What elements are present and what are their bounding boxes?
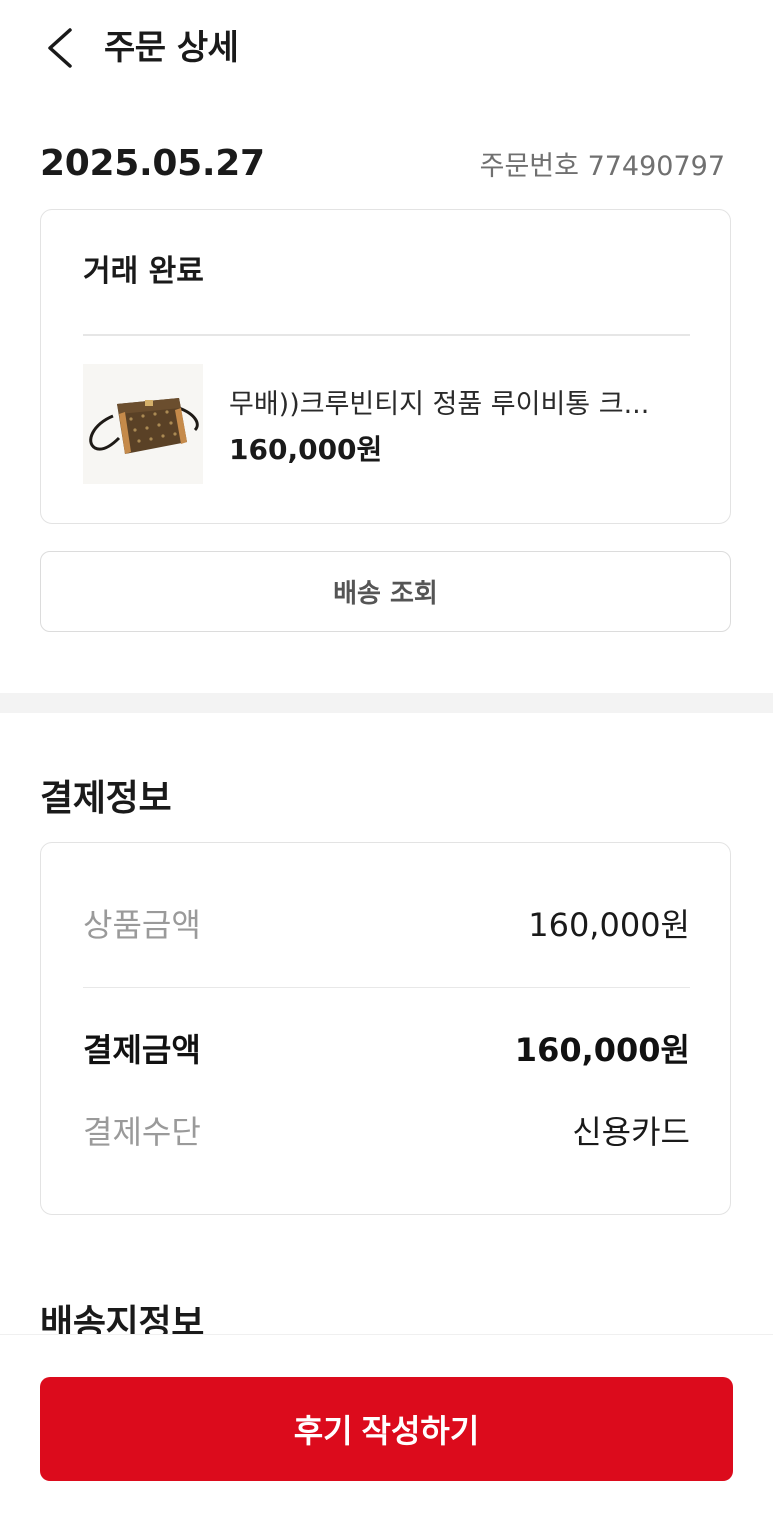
payment-value: 신용카드	[572, 1113, 690, 1151]
divider	[83, 987, 690, 988]
divider	[83, 334, 690, 336]
order-status: 거래 완료	[83, 254, 204, 289]
payment-row-method: 결제수단 신용카드	[83, 1108, 690, 1156]
order-date: 2025.05.27	[40, 143, 265, 184]
order-number: 주문번호 77490797	[479, 151, 725, 182]
header: 주문 상세	[0, 0, 773, 100]
payment-label: 결제금액	[83, 1031, 201, 1069]
write-review-button[interactable]: 후기 작성하기	[40, 1377, 733, 1481]
bottom-action-bar: 후기 작성하기	[0, 1334, 773, 1521]
handbag-image	[83, 364, 203, 484]
product-name: 무배))크루빈티지 정품 루이비통 크...	[229, 389, 650, 420]
chevron-left-icon	[48, 28, 72, 68]
section-divider	[0, 693, 773, 713]
order-detail-page: 주문 상세 2025.05.27 주문번호 77490797 거래 완료 무배)…	[0, 0, 773, 1521]
payment-value: 160,000원	[528, 906, 690, 944]
product-price: 160,000원	[229, 433, 383, 466]
page-title: 주문 상세	[104, 28, 239, 68]
payment-section-title: 결제정보	[40, 778, 172, 819]
payment-card: 상품금액 160,000원 결제금액 160,000원 결제수단 신용카드	[40, 842, 731, 1215]
product-item[interactable]: 무배))크루빈티지 정품 루이비통 크... 160,000원	[83, 364, 693, 484]
payment-value: 160,000원	[514, 1031, 690, 1069]
payment-label: 결제수단	[83, 1113, 201, 1151]
back-button[interactable]	[40, 24, 84, 72]
payment-row-total-amount: 결제금액 160,000원	[83, 1026, 690, 1074]
product-thumbnail	[83, 364, 203, 484]
payment-row-product-amount: 상품금액 160,000원	[83, 901, 690, 949]
payment-label: 상품금액	[83, 906, 201, 944]
track-delivery-button[interactable]: 배송 조회	[40, 551, 731, 632]
order-status-card: 거래 완료 무배))크루빈티지 정품 루이비통 크... 160,000원	[40, 209, 731, 524]
